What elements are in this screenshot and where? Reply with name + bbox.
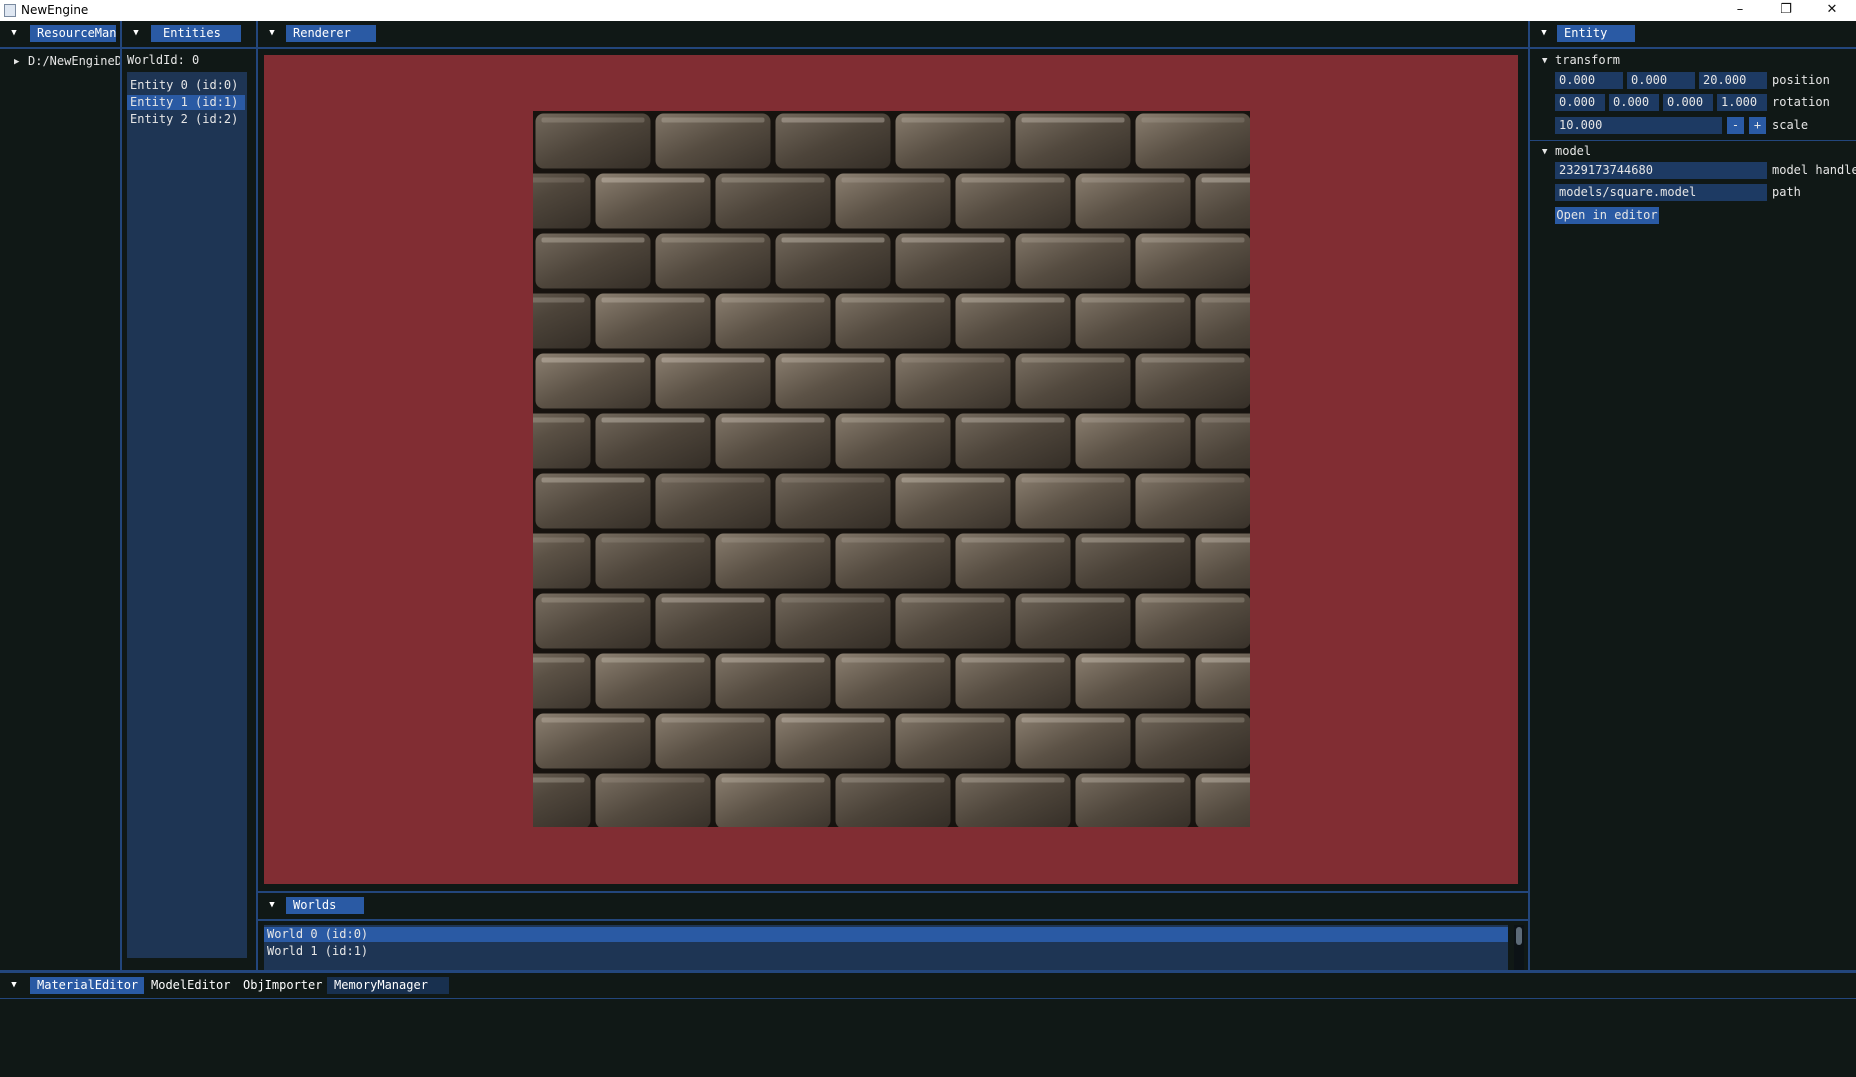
entity-inspector-panel: ▼ Entity ▼ transform 0.000 0.000 20.000 … [1530, 21, 1856, 970]
tab-obj-importer[interactable]: ObjImporter [236, 977, 328, 994]
rotation-x-field[interactable]: 0.000 [1555, 94, 1605, 111]
resource-manager-panel: ▼ ResourceMan ▶ D:/NewEngineD [0, 21, 120, 970]
tree-expand-icon[interactable]: ▶ [14, 57, 19, 67]
scrollbar-thumb[interactable] [1516, 927, 1522, 945]
list-item[interactable]: Entity 2 (id:2) [127, 112, 245, 127]
entities-panel: ▼ Entities WorldId: 0 Entity 0 (id:0) En… [122, 21, 256, 970]
tab-renderer[interactable]: Renderer [286, 25, 376, 42]
scrollbar[interactable] [1514, 925, 1524, 970]
maximize-button[interactable]: ❐ [1763, 0, 1809, 21]
close-button[interactable]: ✕ [1809, 0, 1855, 21]
resource-tree-root[interactable]: D:/NewEngineD [28, 54, 120, 69]
renderer-panel: ▼ Renderer [258, 21, 1528, 893]
bottom-dock: ▼ MaterialEditor ModelEditor ObjImporter… [0, 973, 1856, 1077]
open-in-editor-button[interactable]: Open in editor [1555, 207, 1659, 224]
list-item[interactable]: Entity 0 (id:0) [127, 78, 245, 93]
worlds-panel: ▼ Worlds World 0 (id:0) World 1 (id:1) [258, 893, 1528, 970]
list-item[interactable]: Entity 1 (id:1) [127, 95, 245, 110]
position-label: position [1772, 73, 1830, 87]
list-item[interactable]: World 1 (id:1) [264, 944, 1508, 959]
collapse-icon[interactable]: ▼ [1542, 147, 1547, 157]
scale-label: scale [1772, 118, 1809, 132]
world-list[interactable]: World 0 (id:0) World 1 (id:1) [264, 925, 1508, 970]
model-handle-label: model handle [1772, 163, 1856, 177]
panel-menu-icon[interactable]: ▼ [8, 29, 20, 40]
panel-menu-icon[interactable]: ▼ [266, 901, 278, 912]
tab-resource-manager[interactable]: ResourceMan [30, 25, 116, 42]
scale-increment-button[interactable]: + [1749, 117, 1766, 134]
tab-model-editor[interactable]: ModelEditor [144, 977, 236, 994]
entity-list[interactable]: Entity 0 (id:0) Entity 1 (id:1) Entity 2… [127, 72, 247, 958]
tab-entity[interactable]: Entity [1557, 25, 1635, 42]
window-titlebar: NewEngine – ❐ ✕ [0, 0, 1856, 21]
tab-memory-manager[interactable]: MemoryManager [327, 977, 449, 994]
model-header[interactable]: model [1555, 144, 1591, 159]
scale-decrement-button[interactable]: - [1727, 117, 1744, 134]
world-id-label: WorldId: 0 [127, 53, 200, 67]
rotation-label: rotation [1772, 95, 1830, 109]
tab-worlds[interactable]: Worlds [286, 897, 364, 914]
model-path-field[interactable]: models/square.model [1555, 184, 1767, 201]
renderer-viewport[interactable] [264, 55, 1518, 884]
minimize-button[interactable]: – [1717, 0, 1763, 21]
panel-menu-icon[interactable]: ▼ [1538, 29, 1550, 40]
app-icon [4, 4, 16, 17]
position-z-field[interactable]: 20.000 [1699, 72, 1767, 89]
position-y-field[interactable]: 0.000 [1627, 72, 1695, 89]
position-x-field[interactable]: 0.000 [1555, 72, 1623, 89]
transform-header[interactable]: transform [1555, 53, 1620, 68]
window-title: NewEngine [21, 3, 89, 17]
panel-menu-icon[interactable]: ▼ [130, 29, 142, 40]
brick-texture-quad [533, 111, 1250, 827]
tab-entities[interactable]: Entities [151, 25, 241, 42]
rotation-y-field[interactable]: 0.000 [1609, 94, 1659, 111]
rotation-w-field[interactable]: 1.000 [1717, 94, 1767, 111]
model-path-label: path [1772, 185, 1801, 199]
rotation-z-field[interactable]: 0.000 [1663, 94, 1713, 111]
model-handle-field[interactable]: 2329173744680 [1555, 162, 1767, 179]
collapse-icon[interactable]: ▼ [1542, 56, 1547, 66]
tab-material-editor[interactable]: MaterialEditor [30, 977, 144, 994]
panel-menu-icon[interactable]: ▼ [266, 29, 278, 40]
panel-menu-icon[interactable]: ▼ [8, 981, 20, 992]
scale-field[interactable]: 10.000 [1555, 117, 1722, 134]
list-item[interactable]: World 0 (id:0) [264, 927, 1508, 942]
